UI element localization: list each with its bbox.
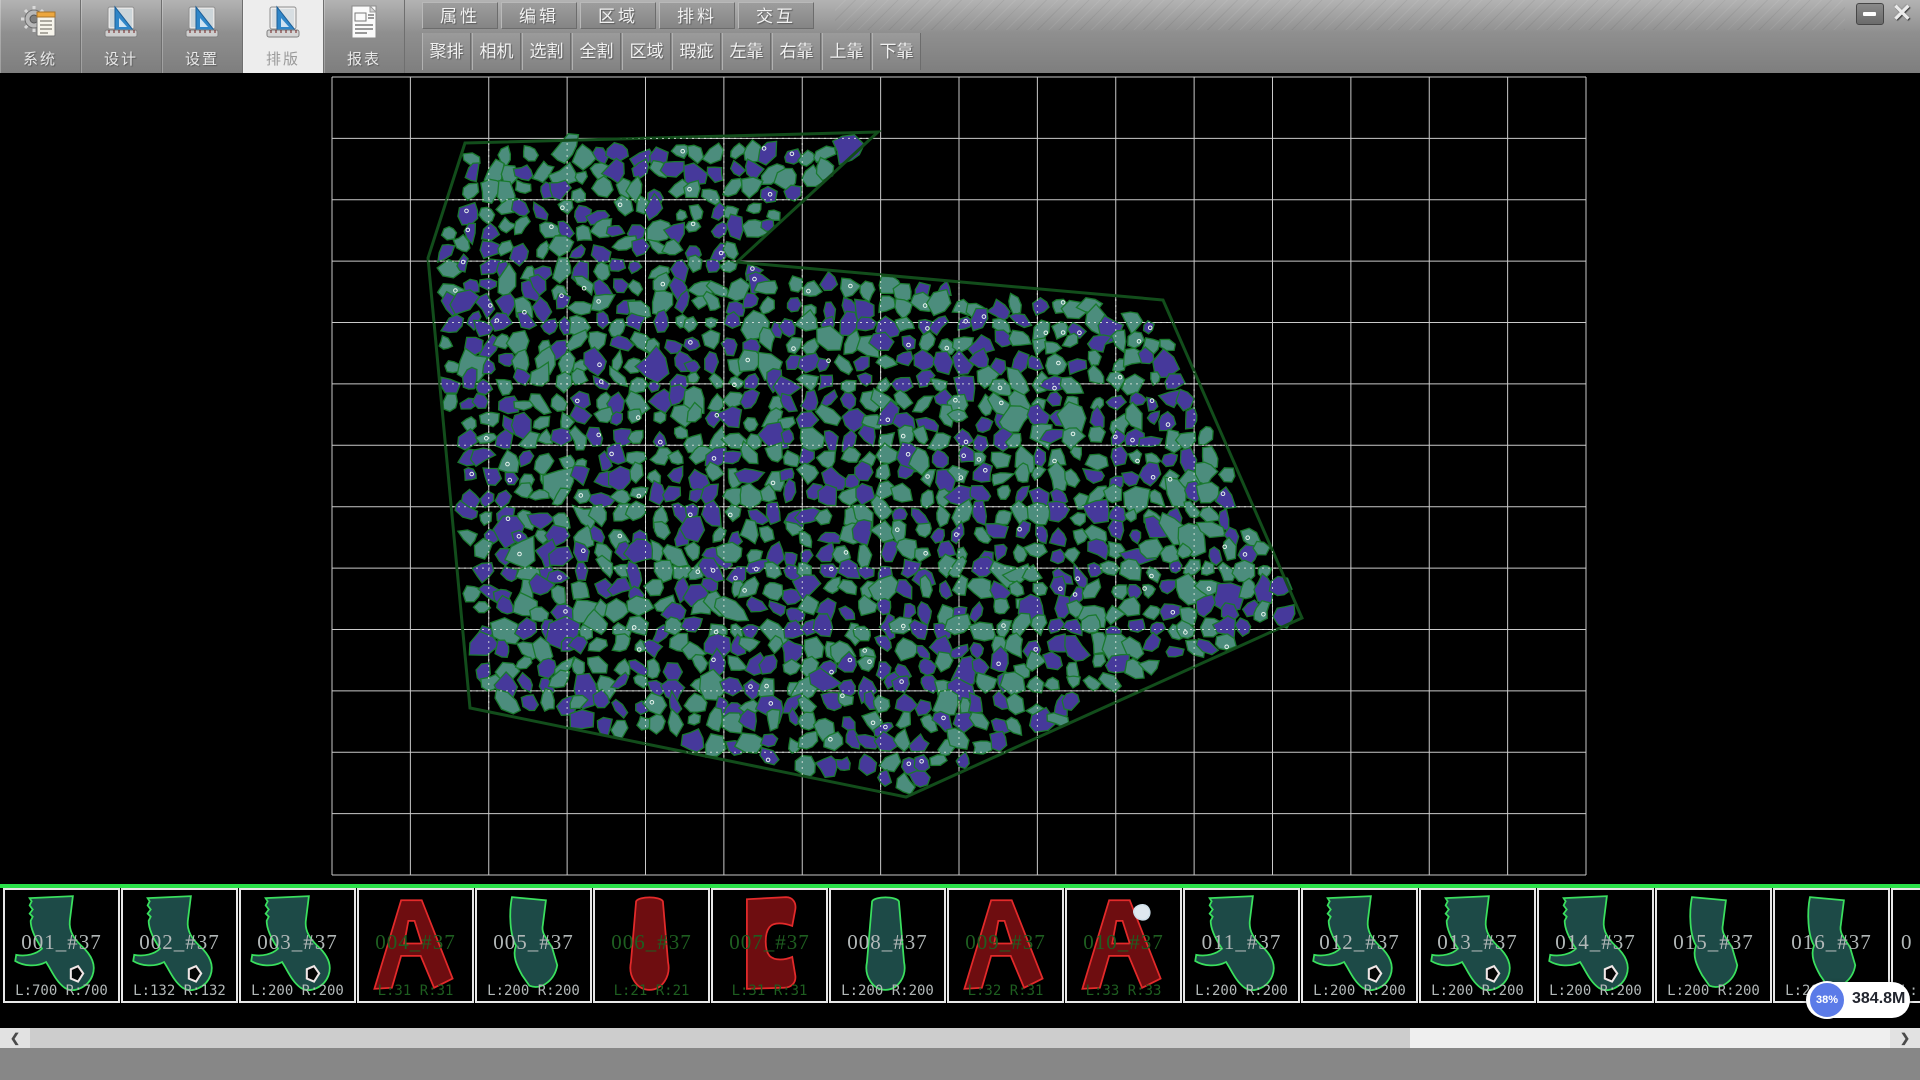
tool-align-top-button[interactable]: 上靠 bbox=[822, 33, 871, 70]
thumbnail-007[interactable]: 007_#37 L:31 R:31 bbox=[711, 888, 828, 1003]
piece-lr: L:200 R:200 bbox=[1421, 983, 1534, 999]
scroll-right-arrow[interactable]: ❯ bbox=[1890, 1028, 1920, 1048]
toolbar-texture bbox=[835, 0, 1845, 30]
piece-lr: L:21 R:21 bbox=[595, 983, 708, 999]
piece-id: 010_#37 bbox=[1067, 930, 1180, 955]
piece-lr: L:200 R:200 bbox=[1303, 983, 1416, 999]
thumbnail-011[interactable]: 011_#37 L:200 R:200 bbox=[1183, 888, 1300, 1003]
nav-label: 系统 bbox=[0, 48, 80, 69]
tool-camera-button[interactable]: 相机 bbox=[472, 33, 521, 70]
piece-lr: L:200 R:200 bbox=[1657, 983, 1770, 999]
piece-id: 015_#37 bbox=[1657, 930, 1770, 955]
system-gear-icon bbox=[20, 3, 60, 45]
tool-align-right-button[interactable]: 右靠 bbox=[772, 33, 821, 70]
nav-nesting-button[interactable]: 排版 bbox=[243, 0, 324, 73]
design-ruler-icon bbox=[101, 3, 141, 45]
piece-id: 004_#37 bbox=[359, 930, 472, 955]
thumbnail-013[interactable]: 013_#37 L:200 R:200 bbox=[1419, 888, 1536, 1003]
report-document-icon bbox=[344, 3, 384, 45]
thumbnail-012[interactable]: 012_#37 L:200 R:200 bbox=[1301, 888, 1418, 1003]
window-controls: ✕ bbox=[1856, 3, 1914, 25]
piece-lr: L:200 R:200 bbox=[1539, 983, 1652, 999]
tool-align-bottom-button[interactable]: 下靠 bbox=[872, 33, 921, 70]
horizontal-scrollbar[interactable]: ❮ ❯ bbox=[0, 1028, 1920, 1048]
piece-lr: L:200 R:200 bbox=[477, 983, 590, 999]
piece-lr: L:33 R:33 bbox=[1067, 983, 1180, 999]
tool-align-left-button[interactable]: 左靠 bbox=[722, 33, 771, 70]
thumbnail-008[interactable]: 008_#37 L:200 R:200 bbox=[829, 888, 946, 1003]
thumbnail-001[interactable]: 001_#37 L:700 R:700 bbox=[3, 888, 120, 1003]
nav-settings-button[interactable]: 设置 bbox=[162, 0, 243, 73]
piece-id: 002_#37 bbox=[123, 930, 236, 955]
nav-system-button[interactable]: 系统 bbox=[0, 0, 81, 73]
piece-thumbnail-strip: 001_#37 L:700 R:700 002_#37 L:132 R:132 … bbox=[0, 888, 1920, 1005]
piece-id: 001_#37 bbox=[5, 930, 118, 955]
piece-lr: L:132 R:132 bbox=[123, 983, 236, 999]
close-button[interactable]: ✕ bbox=[1890, 3, 1914, 25]
settings-ruler-icon bbox=[182, 3, 222, 45]
piece-id: 0 bbox=[1893, 930, 1920, 955]
tool-region-button[interactable]: 区域 bbox=[622, 33, 671, 70]
thumbnail-002[interactable]: 002_#37 L:132 R:132 bbox=[121, 888, 238, 1003]
piece-id: 013_#37 bbox=[1421, 930, 1534, 955]
nav-design-button[interactable]: 设计 bbox=[81, 0, 162, 73]
thumbnail-004[interactable]: 004_#37 L:31 R:31 bbox=[357, 888, 474, 1003]
status-bar bbox=[0, 1048, 1920, 1080]
tab-edit[interactable]: 编辑 bbox=[501, 2, 577, 29]
tab-nesting[interactable]: 排料 bbox=[659, 2, 735, 29]
nav-label: 设计 bbox=[81, 48, 161, 69]
piece-lr: L:200 R:200 bbox=[1185, 983, 1298, 999]
piece-id: 003_#37 bbox=[241, 930, 354, 955]
piece-id: 006_#37 bbox=[595, 930, 708, 955]
tool-button-row: 聚排 相机 选割 全割 区域 瑕疵 左靠 右靠 上靠 下靠 bbox=[422, 33, 921, 70]
nesting-canvas[interactable] bbox=[0, 73, 1920, 884]
thumbnail-003[interactable]: 003_#37 L:200 R:200 bbox=[239, 888, 356, 1003]
memory-usage: 384.8M bbox=[1852, 990, 1905, 1008]
piece-id: 014_#37 bbox=[1539, 930, 1652, 955]
tab-properties[interactable]: 属性 bbox=[422, 2, 498, 29]
main-nav: 系统 设计 设置 bbox=[0, 0, 405, 73]
nav-report-button[interactable]: 报表 bbox=[324, 0, 405, 73]
thumbnail-010[interactable]: 010_#37 L:33 R:33 bbox=[1065, 888, 1182, 1003]
piece-lr: L:31 R:31 bbox=[713, 983, 826, 999]
piece-id: 012_#37 bbox=[1303, 930, 1416, 955]
piece-lr: L:200 R:200 bbox=[241, 983, 354, 999]
piece-id: 005_#37 bbox=[477, 930, 590, 955]
nesting-canvas-area[interactable] bbox=[0, 73, 1920, 884]
nav-label: 设置 bbox=[162, 48, 242, 69]
piece-id: 007_#37 bbox=[713, 930, 826, 955]
thumbnail-009[interactable]: 009_#37 L:32 R:31 bbox=[947, 888, 1064, 1003]
piece-lr: L:31 R:31 bbox=[359, 983, 472, 999]
bottom-gap bbox=[0, 1005, 1920, 1028]
piece-lr: L:700 R:700 bbox=[5, 983, 118, 999]
tool-cluster-nest-button[interactable]: 聚排 bbox=[422, 33, 471, 70]
tab-interact[interactable]: 交互 bbox=[738, 2, 814, 29]
scrollbar-thumb[interactable] bbox=[30, 1028, 1410, 1048]
scroll-left-arrow[interactable]: ❮ bbox=[0, 1028, 30, 1048]
tool-cut-all-button[interactable]: 全割 bbox=[572, 33, 621, 70]
nesting-ruler-icon bbox=[263, 3, 303, 45]
thumbnail-015[interactable]: 015_#37 L:200 R:200 bbox=[1655, 888, 1772, 1003]
nav-label: 报表 bbox=[324, 48, 404, 69]
piece-id: 011_#37 bbox=[1185, 930, 1298, 955]
piece-lr: L:32 R:31 bbox=[949, 983, 1062, 999]
thumbnail-005[interactable]: 005_#37 L:200 R:200 bbox=[475, 888, 592, 1003]
progress-badge[interactable]: 38% 384.8M bbox=[1806, 982, 1910, 1018]
thumbnail-014[interactable]: 014_#37 L:200 R:200 bbox=[1537, 888, 1654, 1003]
thumbnail-006[interactable]: 006_#37 L:21 R:21 bbox=[593, 888, 710, 1003]
tool-defect-button[interactable]: 瑕疵 bbox=[672, 33, 721, 70]
progress-percent: 38% bbox=[1808, 981, 1846, 1019]
menu-tab-bar: 属性 编辑 区域 排料 交互 bbox=[422, 2, 814, 29]
minimize-button[interactable] bbox=[1856, 3, 1884, 25]
toolbar: 系统 设计 设置 bbox=[0, 0, 1920, 74]
piece-id: 009_#37 bbox=[949, 930, 1062, 955]
piece-lr: L:200 R:200 bbox=[831, 983, 944, 999]
piece-id: 016_#37 bbox=[1775, 930, 1888, 955]
tool-select-cut-button[interactable]: 选割 bbox=[522, 33, 571, 70]
tab-region[interactable]: 区域 bbox=[580, 2, 656, 29]
piece-id: 008_#37 bbox=[831, 930, 944, 955]
nav-label: 排版 bbox=[243, 48, 323, 69]
